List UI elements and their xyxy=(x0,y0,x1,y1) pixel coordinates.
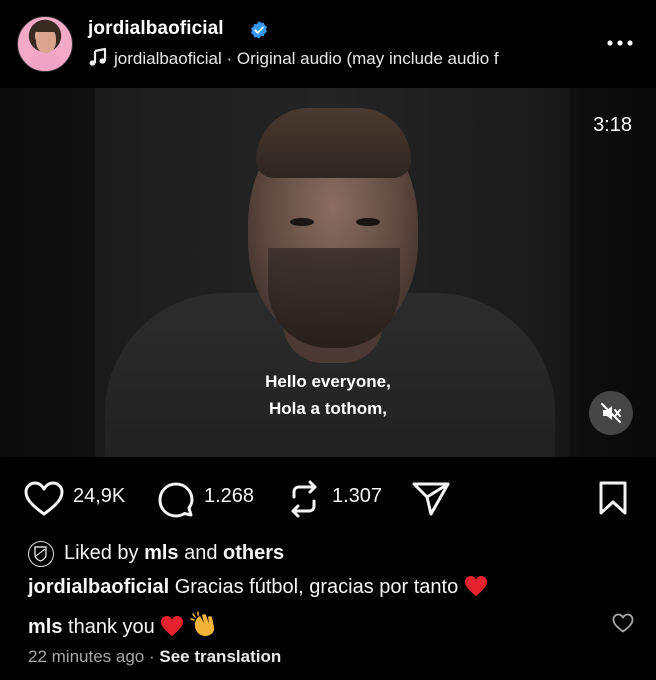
post-timestamp: 22 minutes ago xyxy=(28,647,145,666)
like-heart-icon[interactable] xyxy=(24,481,64,517)
liked-by-others[interactable]: others xyxy=(223,542,284,564)
red-heart-emoji-icon xyxy=(161,616,184,636)
comment-username[interactable]: mls xyxy=(28,616,62,638)
video-duration: 3:18 xyxy=(593,114,632,136)
comment-like-heart-icon[interactable] xyxy=(612,613,634,633)
liked-by-middle: and xyxy=(178,542,224,564)
video-person-eye xyxy=(356,218,380,226)
post-header: jordialbaoficial jordialbaoficial · Orig… xyxy=(0,0,656,88)
share-send-icon[interactable] xyxy=(411,481,451,517)
like-count[interactable]: 24,9K xyxy=(73,485,125,508)
audio-separator: · xyxy=(221,49,237,68)
avatar-shirt xyxy=(26,53,66,71)
verified-badge-icon xyxy=(251,21,267,39)
mute-button[interactable] xyxy=(589,391,633,435)
video-person-eye xyxy=(290,218,314,226)
video-person-hair xyxy=(256,108,411,178)
repost-icon[interactable] xyxy=(286,480,322,518)
caption-text: Gracias fútbol, gracias por tanto xyxy=(169,576,464,598)
bookmark-save-icon[interactable] xyxy=(598,481,628,515)
mls-logo-avatar xyxy=(28,541,54,567)
music-note-icon xyxy=(89,47,107,66)
more-options-icon[interactable] xyxy=(606,33,634,53)
mls-shield-icon xyxy=(34,546,47,562)
comment-row: mls thank you xyxy=(28,611,218,639)
comment-bubble-icon[interactable] xyxy=(158,482,194,518)
subtitle-line: Hola a tothom, xyxy=(268,399,388,418)
red-heart-emoji-icon xyxy=(464,576,487,596)
post-actions: 24,9K 1.268 1.307 xyxy=(0,457,656,537)
audio-attribution[interactable]: jordialbaoficial · Original audio (may i… xyxy=(88,47,568,69)
repost-count[interactable]: 1.307 xyxy=(332,485,382,508)
liked-by-prefix: Liked by xyxy=(64,542,145,564)
speaker-muted-icon xyxy=(601,403,621,423)
footer-separator: · xyxy=(144,647,160,666)
avatar-hair xyxy=(35,23,57,32)
audio-label: Original audio (may include audio f xyxy=(236,49,499,68)
clapping-hands-emoji-icon xyxy=(190,611,215,636)
caption-username[interactable]: jordialbaoficial xyxy=(28,576,169,598)
audio-owner: jordialbaoficial xyxy=(114,49,222,68)
video-player[interactable]: 3:18 Hello everyone, Hola a tothom, xyxy=(0,88,656,457)
profile-avatar[interactable] xyxy=(17,16,73,72)
see-translation-link[interactable]: See translation xyxy=(159,647,281,666)
post-footer: 22 minutes ago · See translation xyxy=(28,647,281,667)
post-caption: jordialbaoficial Gracias fútbol, gracias… xyxy=(28,575,488,599)
comment-count[interactable]: 1.268 xyxy=(204,485,254,508)
post-username[interactable]: jordialbaoficial xyxy=(88,18,224,40)
liked-by-user[interactable]: mls xyxy=(144,542,178,564)
liked-by-text: Liked by mls and others xyxy=(64,542,284,565)
comment-text: thank you xyxy=(62,616,161,638)
subtitle-line: Hello everyone, xyxy=(265,372,391,391)
